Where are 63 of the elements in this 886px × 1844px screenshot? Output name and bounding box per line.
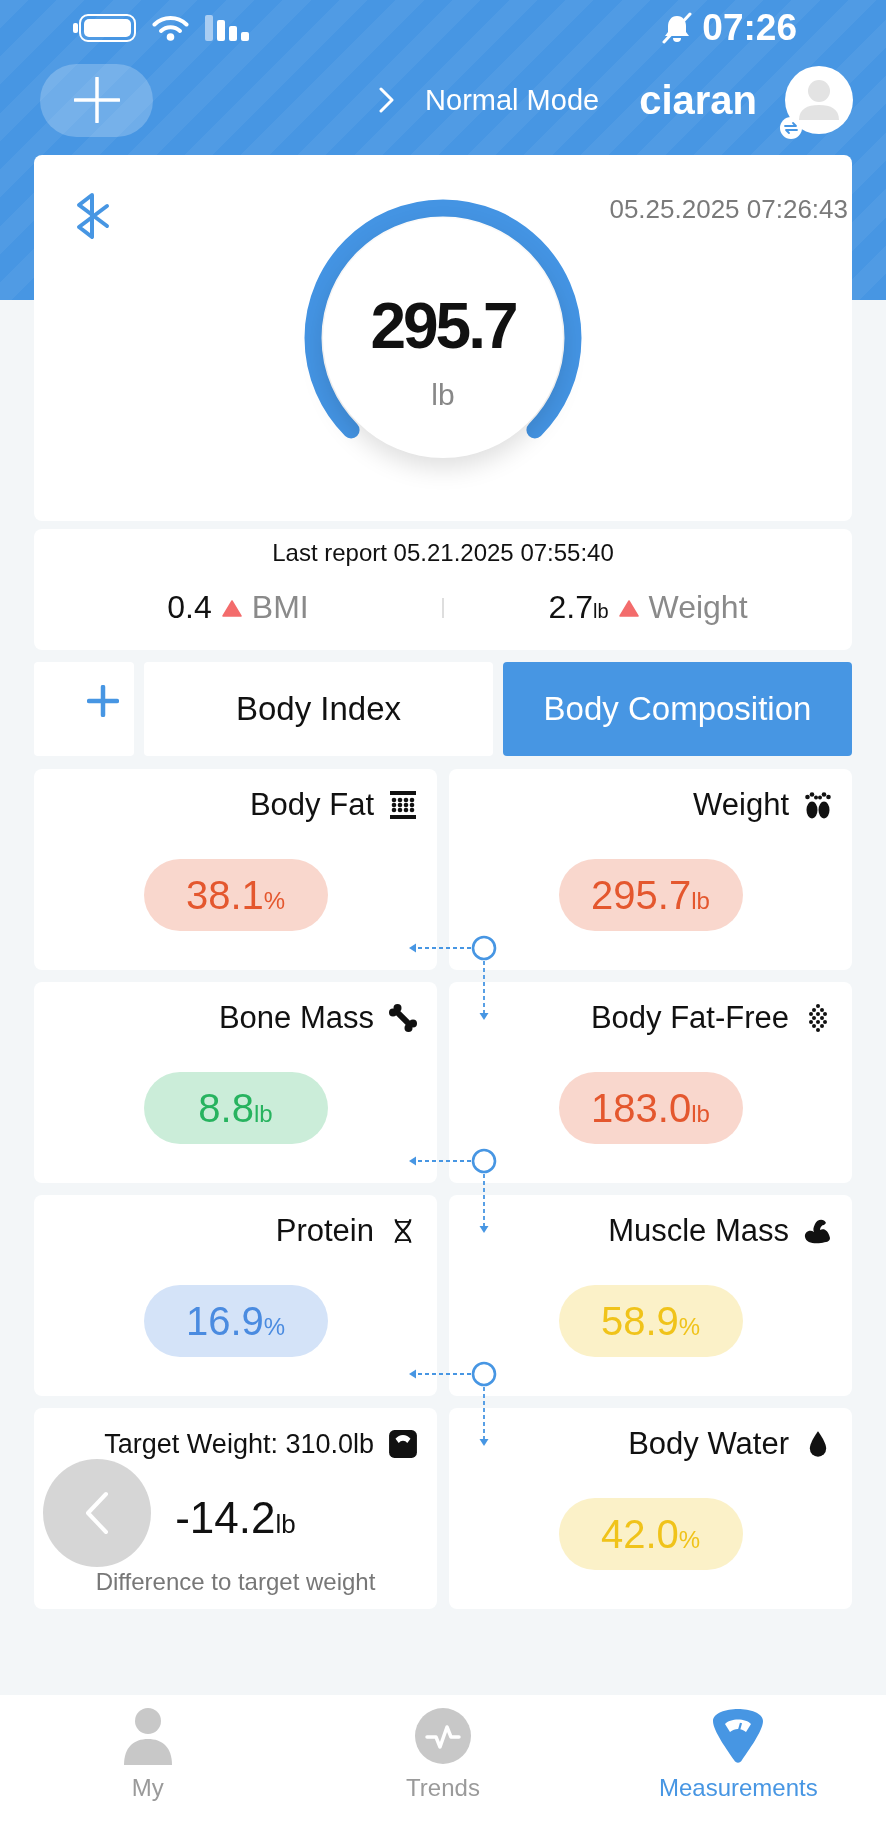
metric-label: Body Fat-Free	[590, 1000, 789, 1036]
metric-value-pill: 42.0%	[558, 1498, 743, 1570]
status-time: 07:26	[702, 9, 797, 46]
battery-icon	[73, 13, 136, 42]
target-difference-value: -14.2lb	[175, 1496, 296, 1540]
metric-card[interactable]: Body Water 42.0%	[449, 1408, 852, 1609]
metric-card[interactable]: Body Fat 38.1%	[34, 769, 437, 970]
weight-value: 295.7	[370, 294, 516, 358]
connector-ring-icon	[471, 1148, 497, 1174]
scale-icon	[388, 1429, 418, 1459]
metric-label: Body Fat	[249, 787, 374, 823]
add-tab-button[interactable]	[34, 662, 134, 756]
change-label: BMI	[251, 590, 309, 626]
dashed-arrow	[479, 960, 489, 1020]
metric-label: Bone Mass	[218, 1000, 374, 1036]
dna-icon	[393, 1216, 413, 1246]
water-drop-icon	[808, 1429, 828, 1459]
bone-icon	[388, 1003, 418, 1033]
metric-card[interactable]: Protein 16.9%	[34, 1195, 437, 1396]
chevron-icon	[379, 87, 396, 113]
metric-card[interactable]: Bone Mass 8.8lb	[34, 982, 437, 1183]
change-label: Weight	[648, 590, 748, 626]
weight-unit: lb	[431, 380, 455, 410]
user-name: ciaran	[639, 78, 757, 122]
dotted-diamond-icon	[808, 1003, 828, 1033]
dashed-arrow	[409, 1156, 472, 1166]
metric-value-pill: 8.8lb	[143, 1072, 328, 1144]
metric-label: Muscle Mass	[608, 1213, 789, 1249]
metric-value-pill: 38.1%	[143, 859, 328, 931]
metric-card[interactable]: Weight 295.7lb	[449, 769, 852, 970]
measurement-time: 05.25.2025 07:26:43	[609, 195, 848, 224]
plus-icon	[87, 685, 119, 717]
change-value: 2.7lb	[548, 590, 609, 626]
dashed-arrow	[479, 1386, 489, 1446]
metric-label: Weight	[693, 787, 789, 823]
avatar-icon[interactable]	[785, 66, 853, 134]
plus-icon	[73, 77, 120, 123]
metric-label: Protein	[275, 1213, 374, 1249]
target-caption: Difference to target weight	[95, 1570, 376, 1594]
footprints-icon	[803, 790, 833, 820]
dashed-arrow	[409, 1369, 472, 1379]
last-report-title: Last report 05.21.2025 07:55:40	[272, 539, 614, 567]
connector-ring-icon	[471, 1361, 497, 1387]
add-button[interactable]	[40, 63, 153, 137]
tab[interactable]: Body Index	[144, 662, 493, 756]
metric-value-pill: 183.0lb	[558, 1072, 743, 1144]
wifi-icon	[152, 14, 189, 41]
connector-ring-icon	[471, 935, 497, 961]
metric-value-pill: 295.7lb	[558, 859, 743, 931]
metric-value-pill: 16.9%	[143, 1285, 328, 1357]
metric-value-pill: 58.9%	[558, 1285, 743, 1357]
metric-label: Target Weight: 310.0lb	[104, 1430, 374, 1458]
chevron-icon	[85, 1491, 109, 1535]
dotted-hourglass-icon	[388, 790, 418, 820]
dashed-arrow	[409, 943, 472, 953]
metric-card[interactable]: Body Fat-Free 183.0lb	[449, 982, 852, 1183]
metric-label: Body Water	[628, 1426, 789, 1462]
metric-card[interactable]: Muscle Mass 58.9%	[449, 1195, 852, 1396]
signal-icon	[205, 14, 250, 41]
change-value: 0.4	[167, 590, 212, 626]
pulse-icon	[415, 1707, 471, 1765]
swap-badge-icon[interactable]	[780, 117, 802, 139]
dashed-arrow	[479, 1173, 489, 1233]
